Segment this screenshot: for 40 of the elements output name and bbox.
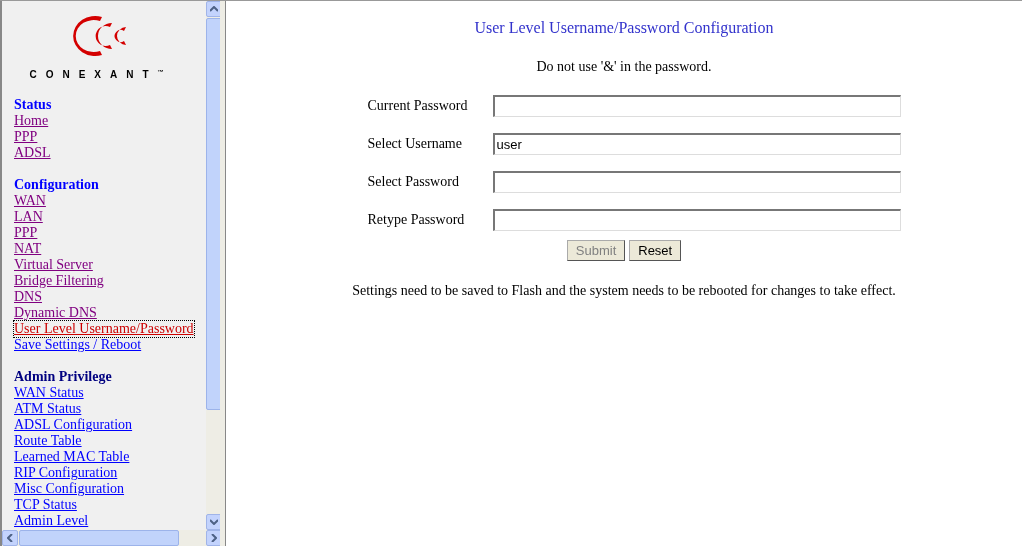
nav-link[interactable]: WAN (14, 193, 46, 210)
nav-link[interactable]: Bridge Filtering (14, 273, 104, 290)
section-heading: Admin Privilege (14, 369, 113, 386)
nav-link[interactable]: Virtual Server (14, 257, 93, 274)
nav-link[interactable]: Dynamic DNS (14, 305, 97, 322)
nav-link[interactable]: Admin Level (14, 513, 89, 530)
nav-link[interactable]: PPP (14, 225, 38, 242)
nav-link[interactable]: ATM Status (14, 401, 82, 418)
nav-link[interactable]: RIP Configuration (14, 465, 118, 482)
footer-note: Settings need to be saved to Flash and the system needs to be rebooted for changes to take effect. (352, 283, 896, 299)
input-field[interactable] (492, 209, 901, 231)
input-field[interactable] (492, 95, 901, 117)
password-note: Do not use '&' in the password. (536, 59, 712, 75)
reset-button[interactable]: Reset (629, 240, 682, 261)
input-field[interactable] (492, 171, 901, 193)
field-label: Select Username (367, 136, 463, 152)
nav-link[interactable]: Route Table (14, 433, 82, 450)
nav-link[interactable]: User Level Username/Password (14, 321, 194, 338)
nav-link[interactable]: WAN Status (14, 385, 84, 402)
scrollbar-thumb[interactable] (19, 530, 179, 546)
nav-link[interactable]: ADSL (14, 145, 51, 162)
nav-link[interactable]: LAN (14, 209, 43, 226)
input-field[interactable]: user (492, 133, 901, 155)
field-label: Current Password (367, 98, 469, 114)
nav-link[interactable]: DNS (14, 289, 42, 306)
section-heading: Configuration (14, 177, 100, 194)
scroll-button[interactable] (2, 530, 18, 546)
field-label: Retype Password (367, 212, 466, 228)
section-heading: Status (14, 97, 53, 114)
nav-link[interactable]: TCP Status (14, 497, 77, 514)
nav-link[interactable]: Home (14, 113, 49, 130)
nav-link[interactable]: ADSL Configuration (14, 417, 133, 434)
nav-link[interactable]: Save Settings / Reboot (14, 337, 142, 354)
page-title: User Level Username/Password Configuration (474, 19, 774, 37)
nav-link[interactable]: NAT (14, 241, 42, 258)
nav-link[interactable]: PPP (14, 129, 38, 146)
field-label: Select Password (367, 174, 460, 190)
nav-link[interactable]: Misc Configuration (14, 481, 125, 498)
nav-link[interactable]: Learned MAC Table (14, 449, 130, 466)
logo-text: CONEXANT$^{™}$ (29, 69, 164, 81)
